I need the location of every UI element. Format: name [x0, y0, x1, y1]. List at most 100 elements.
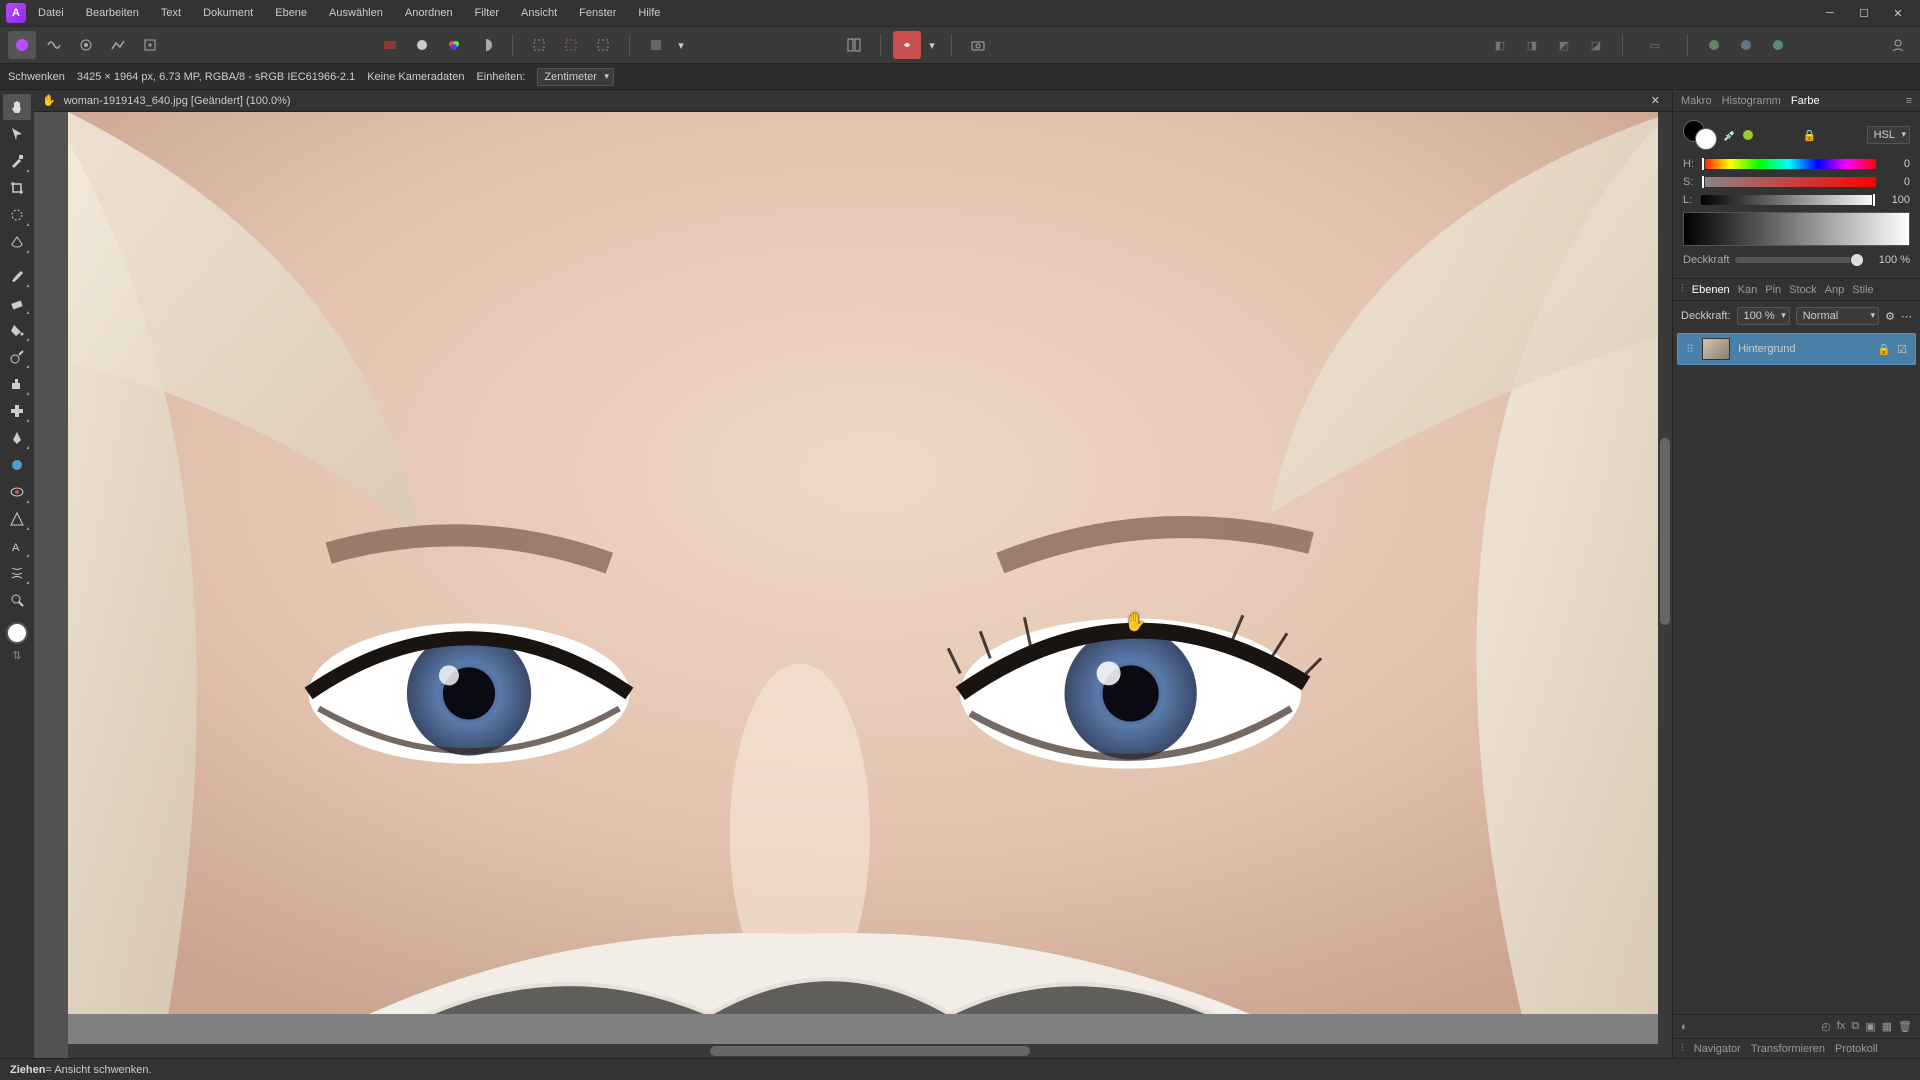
- snapshot-icon[interactable]: [964, 31, 992, 59]
- quickmask-dropdown-icon[interactable]: ▾: [674, 31, 688, 59]
- flood-select-tool-icon[interactable]: [3, 229, 31, 255]
- tab-stile[interactable]: Stile: [1852, 284, 1873, 296]
- menu-auswaehlen[interactable]: Auswählen: [319, 3, 393, 23]
- menu-ebene[interactable]: Ebene: [265, 3, 317, 23]
- colorpicker-tool-icon[interactable]: [3, 148, 31, 174]
- tab-stock[interactable]: Stock: [1789, 284, 1817, 296]
- erase-tool-icon[interactable]: [3, 290, 31, 316]
- fx-layer-icon[interactable]: fx: [1837, 1020, 1846, 1033]
- persona-develop-icon[interactable]: [72, 31, 100, 59]
- sync-1-icon[interactable]: [1700, 31, 1728, 59]
- menu-hilfe[interactable]: Hilfe: [628, 3, 670, 23]
- persona-tone-icon[interactable]: [104, 31, 132, 59]
- selection-add-icon[interactable]: [557, 31, 585, 59]
- inpainting-tool-icon[interactable]: [3, 452, 31, 478]
- adjustment-layer-icon[interactable]: ◴: [1821, 1020, 1831, 1033]
- menu-ansicht[interactable]: Ansicht: [511, 3, 567, 23]
- autocolor-icon[interactable]: [440, 31, 468, 59]
- selection-new-icon[interactable]: [525, 31, 553, 59]
- text-tool-icon[interactable]: A: [3, 533, 31, 559]
- horizontal-scrollbar[interactable]: [68, 1044, 1672, 1058]
- autolevel-icon[interactable]: [408, 31, 436, 59]
- assistant-icon[interactable]: [893, 31, 921, 59]
- mask-layer-icon[interactable]: ◐: [1681, 1021, 1688, 1033]
- menu-text[interactable]: Text: [151, 3, 191, 23]
- minimize-button[interactable]: ─: [1814, 3, 1846, 23]
- sync-2-icon[interactable]: [1732, 31, 1760, 59]
- sat-slider[interactable]: [1701, 177, 1876, 187]
- close-document-icon[interactable]: ✕: [1647, 94, 1664, 107]
- color-lock-icon[interactable]: 🔒: [1803, 129, 1817, 142]
- tab-ebenen[interactable]: Ebenen: [1692, 284, 1730, 296]
- zoom-tool-icon[interactable]: [3, 587, 31, 613]
- tab-histogramm[interactable]: Histogramm: [1722, 95, 1781, 107]
- opacity-slider[interactable]: [1735, 257, 1864, 263]
- swatch-red-icon[interactable]: [376, 31, 404, 59]
- delete-layer-icon[interactable]: 🗑: [1898, 1020, 1912, 1033]
- arrange-icon[interactable]: [840, 31, 868, 59]
- tab-navigator[interactable]: Navigator: [1694, 1043, 1741, 1055]
- drag-handle-icon[interactable]: ⠿: [1686, 343, 1694, 356]
- blend-mode-select[interactable]: Normal: [1796, 307, 1879, 325]
- crop-tool-icon[interactable]: [3, 175, 31, 201]
- autocontrast-icon[interactable]: [472, 31, 500, 59]
- paint-brush-tool-icon[interactable]: [3, 263, 31, 289]
- menu-fenster[interactable]: Fenster: [569, 3, 626, 23]
- pen-tool-icon[interactable]: [3, 425, 31, 451]
- layer-item[interactable]: ⠿ Hintergrund 🔒 ☑: [1677, 333, 1916, 365]
- close-window-button[interactable]: ✕: [1882, 3, 1914, 23]
- persona-photo-icon[interactable]: [8, 31, 36, 59]
- add-layer-icon[interactable]: ▦: [1882, 1020, 1892, 1033]
- layer-settings-icon[interactable]: ⋯: [1901, 310, 1912, 323]
- layer-lock-icon[interactable]: 🔒: [1877, 343, 1891, 356]
- hand-tool-icon[interactable]: [3, 94, 31, 120]
- move-tool-icon[interactable]: [3, 121, 31, 147]
- layer-opacity-select[interactable]: 100 %: [1737, 307, 1790, 325]
- canvas-area[interactable]: ✋: [34, 112, 1672, 1058]
- menu-anordnen[interactable]: Anordnen: [395, 3, 463, 23]
- panel-collapse2-icon[interactable]: ⫶: [1681, 1042, 1684, 1055]
- gradient-preview[interactable]: [1683, 212, 1910, 246]
- selection-sub-icon[interactable]: [589, 31, 617, 59]
- clone-tool-icon[interactable]: [3, 371, 31, 397]
- menu-dokument[interactable]: Dokument: [193, 3, 263, 23]
- units-select[interactable]: Zentimeter: [537, 68, 614, 86]
- tab-transformieren[interactable]: Transformieren: [1751, 1043, 1825, 1055]
- redeye-tool-icon[interactable]: [3, 479, 31, 505]
- tab-pin[interactable]: Pin: [1765, 284, 1781, 296]
- tab-makro[interactable]: Makro: [1681, 95, 1712, 107]
- maximize-button[interactable]: ☐: [1848, 3, 1880, 23]
- swap-colors-icon[interactable]: ⇅: [12, 649, 21, 662]
- tab-farbe[interactable]: Farbe: [1791, 95, 1820, 107]
- hue-slider[interactable]: [1701, 159, 1876, 169]
- layer-visible-icon[interactable]: ☑: [1897, 343, 1907, 356]
- quickmask-icon[interactable]: [642, 31, 670, 59]
- panel-collapse-icon[interactable]: ⫶: [1681, 283, 1684, 296]
- shape-tool-icon[interactable]: [3, 506, 31, 532]
- persona-export-icon[interactable]: [136, 31, 164, 59]
- live-filter-icon[interactable]: ⧉: [1851, 1020, 1859, 1033]
- persona-liquify-icon[interactable]: [40, 31, 68, 59]
- healing-tool-icon[interactable]: [3, 398, 31, 424]
- menu-filter[interactable]: Filter: [465, 3, 509, 23]
- tab-protokoll[interactable]: Protokoll: [1835, 1043, 1878, 1055]
- fill-tool-icon[interactable]: [3, 317, 31, 343]
- menu-datei[interactable]: Datei: [28, 3, 74, 23]
- group-layer-icon[interactable]: ▣: [1865, 1020, 1875, 1033]
- document-tab[interactable]: ✋ woman-1919143_640.jpg [Geändert] (100.…: [34, 90, 1672, 112]
- vertical-scrollbar[interactable]: [1658, 112, 1672, 1044]
- color-swatches[interactable]: [1683, 120, 1717, 150]
- selection-brush-tool-icon[interactable]: [3, 202, 31, 228]
- menu-bearbeiten[interactable]: Bearbeiten: [76, 3, 149, 23]
- mesh-warp-tool-icon[interactable]: [3, 560, 31, 586]
- tab-kan[interactable]: Kan: [1738, 284, 1758, 296]
- color-mode-select[interactable]: HSL: [1867, 126, 1910, 144]
- tab-anp[interactable]: Anp: [1825, 284, 1845, 296]
- foreground-color-swatch[interactable]: [6, 622, 28, 644]
- dodge-tool-icon[interactable]: [3, 344, 31, 370]
- layer-fx-icon[interactable]: ⚙: [1885, 310, 1895, 323]
- sync-3-icon[interactable]: [1764, 31, 1792, 59]
- eyedropper-icon[interactable]: 💉: [1723, 129, 1737, 142]
- assistant-dropdown-icon[interactable]: ▾: [925, 31, 939, 59]
- account-icon[interactable]: [1884, 31, 1912, 59]
